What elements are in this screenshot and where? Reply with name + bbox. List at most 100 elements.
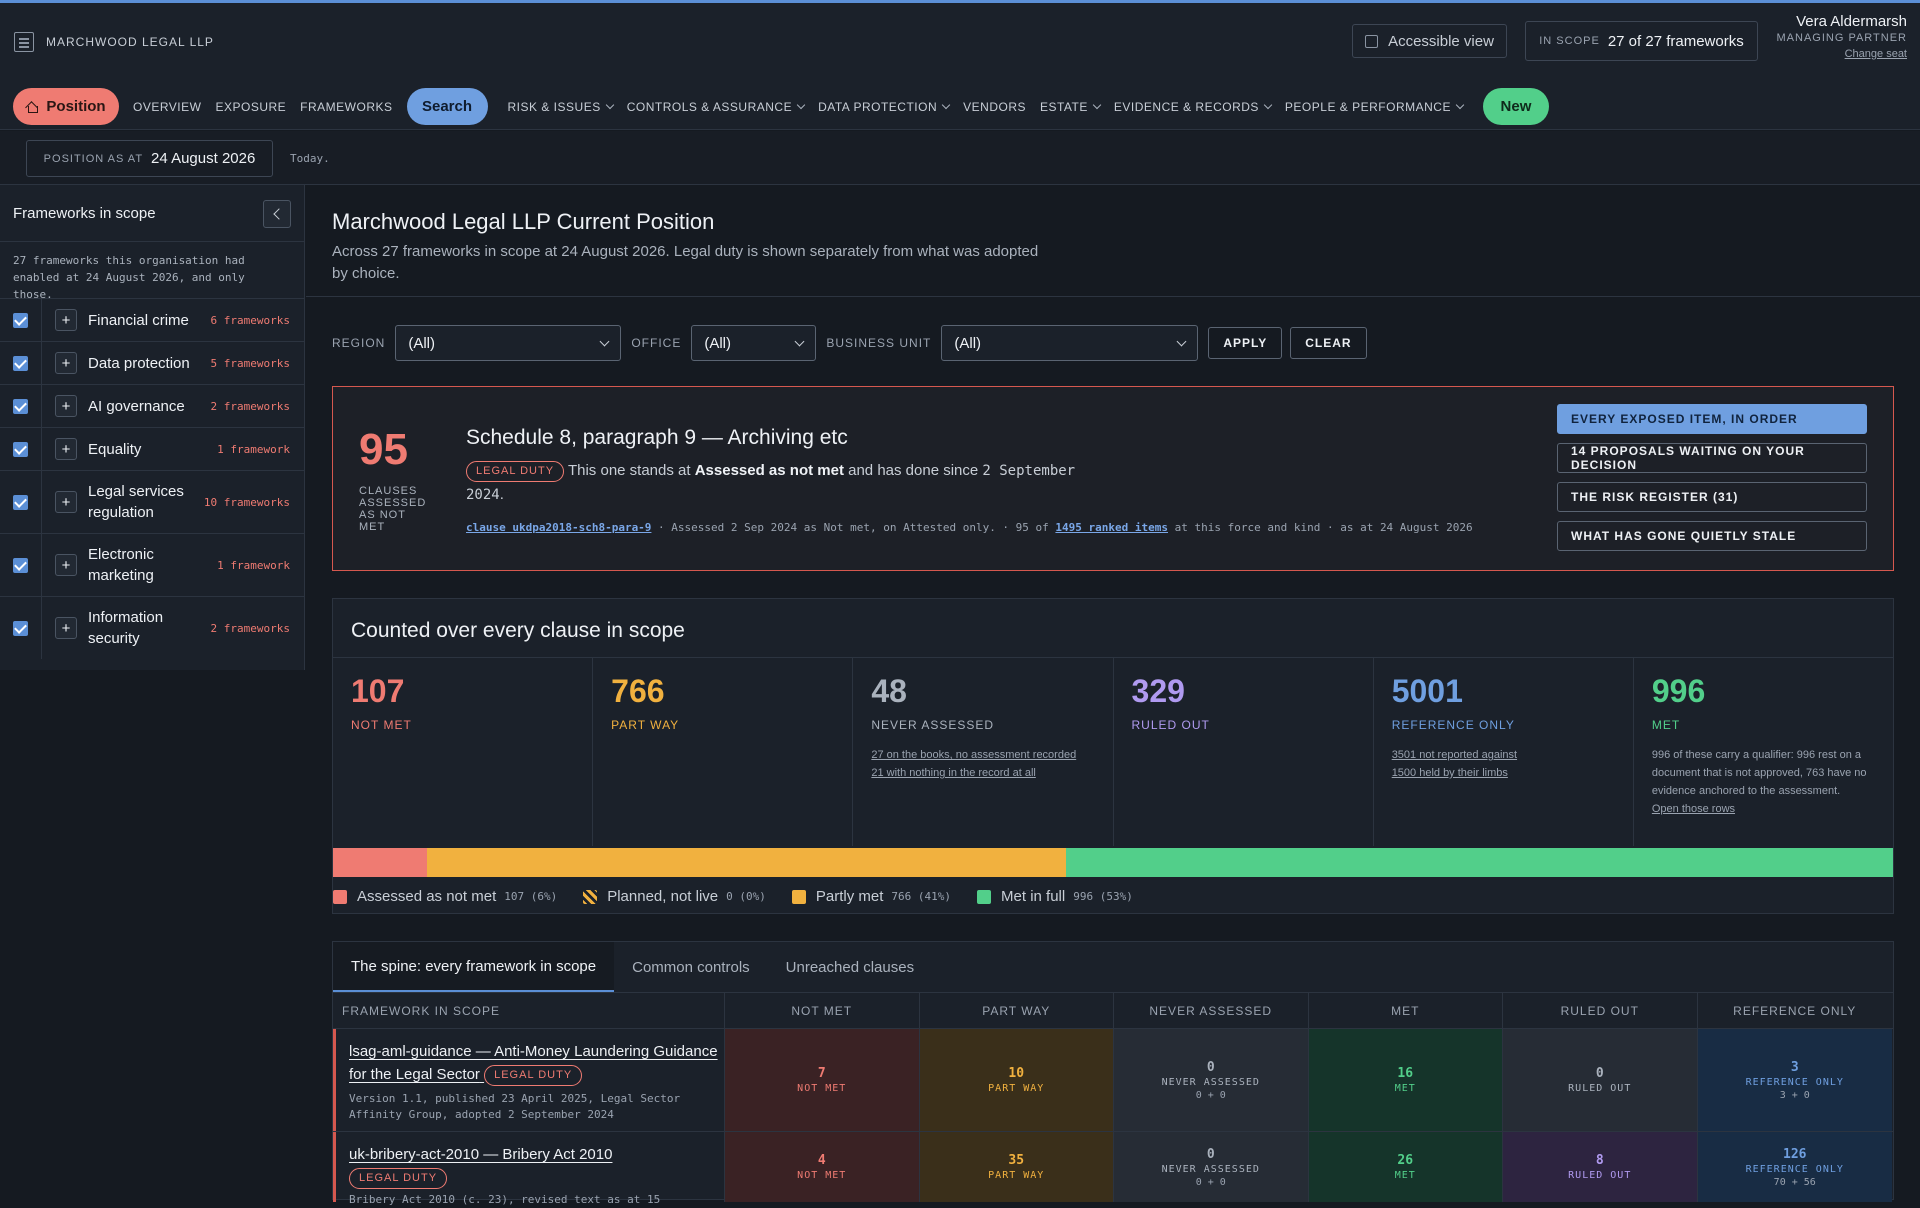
framework-checkbox[interactable] [0, 471, 42, 533]
cell-reference-only[interactable]: 3 REFERENCE ONLY 3 + 0 [1697, 1029, 1892, 1131]
framework-checkbox[interactable] [0, 299, 42, 341]
business-unit-select[interactable]: (All) [941, 325, 1199, 361]
col-not-met[interactable]: NOT MET [725, 993, 920, 1028]
framework-checkbox[interactable] [0, 428, 42, 470]
framework-link[interactable]: lsag-aml-guidance — Anti-Money Launderin… [349, 1040, 724, 1086]
proposals-waiting-button[interactable]: 14 PROPOSALS WAITING ON YOUR DECISION [1557, 443, 1867, 473]
col-part-way[interactable]: PART WAY [920, 993, 1114, 1028]
nav-controls[interactable]: CONTROLS & ASSURANCE [627, 100, 806, 114]
sidebar-item-equality[interactable]: + Equality 1 framework [0, 428, 304, 471]
clear-button[interactable]: CLEAR [1290, 327, 1367, 359]
nav-overview[interactable]: OVERVIEW [133, 100, 201, 114]
sidebar-item-information-security[interactable]: + Information security 2 frameworks [0, 597, 304, 659]
sidebar-item-legal-services[interactable]: + Legal services regulation 10 frameworks [0, 471, 304, 534]
detail-link[interactable]: 1500 held by their limbs [1392, 764, 1622, 782]
expand-button[interactable]: + [55, 309, 77, 331]
region-select[interactable]: (All) [395, 325, 622, 361]
nav-people[interactable]: PEOPLE & PERFORMANCE [1285, 100, 1465, 114]
expand-button[interactable]: + [55, 352, 77, 374]
count-ruled-out[interactable]: 329 RULED OUT [1114, 658, 1374, 846]
office-select[interactable]: (All) [691, 325, 817, 361]
cell-never-assessed[interactable]: 0 NEVER ASSESSED 0 + 0 [1114, 1132, 1309, 1202]
ranked-items-link[interactable]: 1495 ranked items [1055, 521, 1168, 534]
count-never-assessed[interactable]: 48 NEVER ASSESSED 27 on the books, no asse… [853, 658, 1114, 846]
featured-clause-title[interactable]: Schedule 8, paragraph 9 — Archiving etc [466, 426, 848, 450]
scope-selector[interactable]: IN SCOPE 27 of 27 frameworks [1525, 21, 1758, 61]
detail-link[interactable]: 27 on the books, no assessment recorded [871, 746, 1101, 764]
framework-checkbox[interactable] [0, 385, 42, 427]
col-ruled-out[interactable]: RULED OUT [1503, 993, 1698, 1028]
col-never-assessed[interactable]: NEVER ASSESSED [1114, 993, 1309, 1028]
expand-button[interactable]: + [55, 491, 77, 513]
open-rows-link[interactable]: Open those rows [1652, 800, 1877, 818]
expand-button[interactable]: + [55, 554, 77, 576]
cell-not-met[interactable]: 7 NOT MET [725, 1029, 920, 1131]
nav-vendors[interactable]: VENDORS [963, 100, 1026, 114]
detail-link[interactable]: 21 with nothing in the record at all [871, 764, 1101, 782]
cell-not-met[interactable]: 4 NOT MET [725, 1132, 920, 1202]
change-seat-link[interactable]: Change seat [1777, 48, 1907, 60]
cell-met[interactable]: 16 MET [1308, 1029, 1503, 1131]
apply-button[interactable]: APPLY [1208, 327, 1283, 359]
col-met[interactable]: MET [1309, 993, 1503, 1028]
framework-checkbox[interactable] [0, 342, 42, 384]
legend-label: Planned, not live [607, 888, 719, 905]
framework-group-name: Legal services regulation [88, 483, 184, 521]
checkbox-checked-icon [13, 355, 28, 371]
sidebar-item-electronic-marketing[interactable]: + Electronic marketing 1 framework [0, 534, 304, 597]
col-reference-only[interactable]: REFERENCE ONLY [1698, 993, 1893, 1028]
nav-position[interactable]: Position [13, 88, 119, 125]
nav-new[interactable]: New [1482, 88, 1549, 125]
detail-link[interactable]: 3501 not reported against [1392, 746, 1622, 764]
risk-register-button[interactable]: THE RISK REGISTER (31) [1557, 482, 1867, 512]
count-reference-only[interactable]: 5001 REFERENCE ONLY 3501 not reported agai… [1374, 658, 1634, 846]
count-part-way[interactable]: 766 PART WAY [593, 658, 854, 846]
accessible-view-toggle[interactable]: Accessible view [1352, 24, 1507, 58]
expand-button[interactable]: + [55, 438, 77, 460]
framework-checkbox[interactable] [0, 534, 42, 596]
quietly-stale-button[interactable]: WHAT HAS GONE QUIETLY STALE [1557, 521, 1867, 551]
collapse-sidebar-button[interactable] [263, 200, 291, 228]
nav-data-protection[interactable]: DATA PROTECTION [818, 100, 951, 114]
nav-evidence[interactable]: EVIDENCE & RECORDS [1114, 100, 1273, 114]
cell-reference-only[interactable]: 126 REFERENCE ONLY 70 + 56 [1697, 1132, 1892, 1202]
every-exposed-item-button[interactable]: EVERY EXPOSED ITEM, IN ORDER [1557, 404, 1867, 434]
col-framework[interactable]: FRAMEWORK IN SCOPE [333, 993, 725, 1028]
cell-never-assessed[interactable]: 0 NEVER ASSESSED 0 + 0 [1114, 1029, 1309, 1131]
checkbox-checked-icon [13, 312, 28, 328]
position-date-picker[interactable]: POSITION AS AT 24 August 2026 [26, 140, 273, 177]
cell-value: 4 [817, 1153, 826, 1168]
tab-unreached-clauses[interactable]: Unreached clauses [768, 942, 932, 992]
cell-ruled-out[interactable]: 0 RULED OUT [1503, 1029, 1698, 1131]
expand-button[interactable]: + [55, 395, 77, 417]
nav-exposure[interactable]: EXPOSURE [215, 100, 286, 114]
clause-link[interactable]: clause ukdpa2018-sch8-para-9 [466, 521, 651, 534]
tab-spine[interactable]: The spine: every framework in scope [333, 942, 615, 992]
nav-risk[interactable]: RISK & ISSUES [508, 100, 614, 114]
nav-search[interactable]: Search [406, 88, 488, 125]
cell-ruled-out[interactable]: 8 RULED OUT [1503, 1132, 1698, 1202]
sidebar-item-financial-crime[interactable]: + Financial crime 6 frameworks [0, 299, 304, 342]
framework-cell: lsag-aml-guidance — Anti-Money Launderin… [333, 1029, 725, 1131]
count-not-met[interactable]: 107 NOT MET [333, 658, 594, 846]
nav-position-label: Position [46, 98, 106, 115]
cell-value: 3 [1790, 1059, 1799, 1075]
cell-label: RULED OUT [1568, 1170, 1632, 1181]
cell-part-way[interactable]: 10 PART WAY [919, 1029, 1114, 1131]
tab-common-controls[interactable]: Common controls [614, 942, 768, 992]
sidebar-item-ai-governance[interactable]: + AI governance 2 frameworks [0, 385, 304, 428]
cell-met[interactable]: 26 MET [1308, 1132, 1503, 1202]
legend-swatch-met [977, 889, 992, 904]
count-met[interactable]: 996 MET 996 of these carry a qualifier: 99… [1634, 658, 1893, 846]
count-value: 5001 [1391, 673, 1463, 709]
meta-text: at this force and kind · as at 24 August… [1168, 521, 1473, 534]
sidebar-item-data-protection[interactable]: + Data protection 5 frameworks [0, 342, 304, 385]
framework-link[interactable]: uk-bribery-act-2010 — Bribery Act 2010 [349, 1143, 724, 1166]
framework-checkbox[interactable] [0, 597, 42, 659]
nav-frameworks[interactable]: FRAMEWORKS [300, 100, 392, 114]
cell-part-way[interactable]: 35 PART WAY [919, 1132, 1114, 1202]
nav-estate[interactable]: ESTATE [1040, 100, 1102, 114]
bar-segment-2 [426, 848, 1067, 877]
expand-button[interactable]: + [55, 617, 77, 639]
brand[interactable]: MARCHWOOD LEGAL LLP [14, 32, 214, 52]
